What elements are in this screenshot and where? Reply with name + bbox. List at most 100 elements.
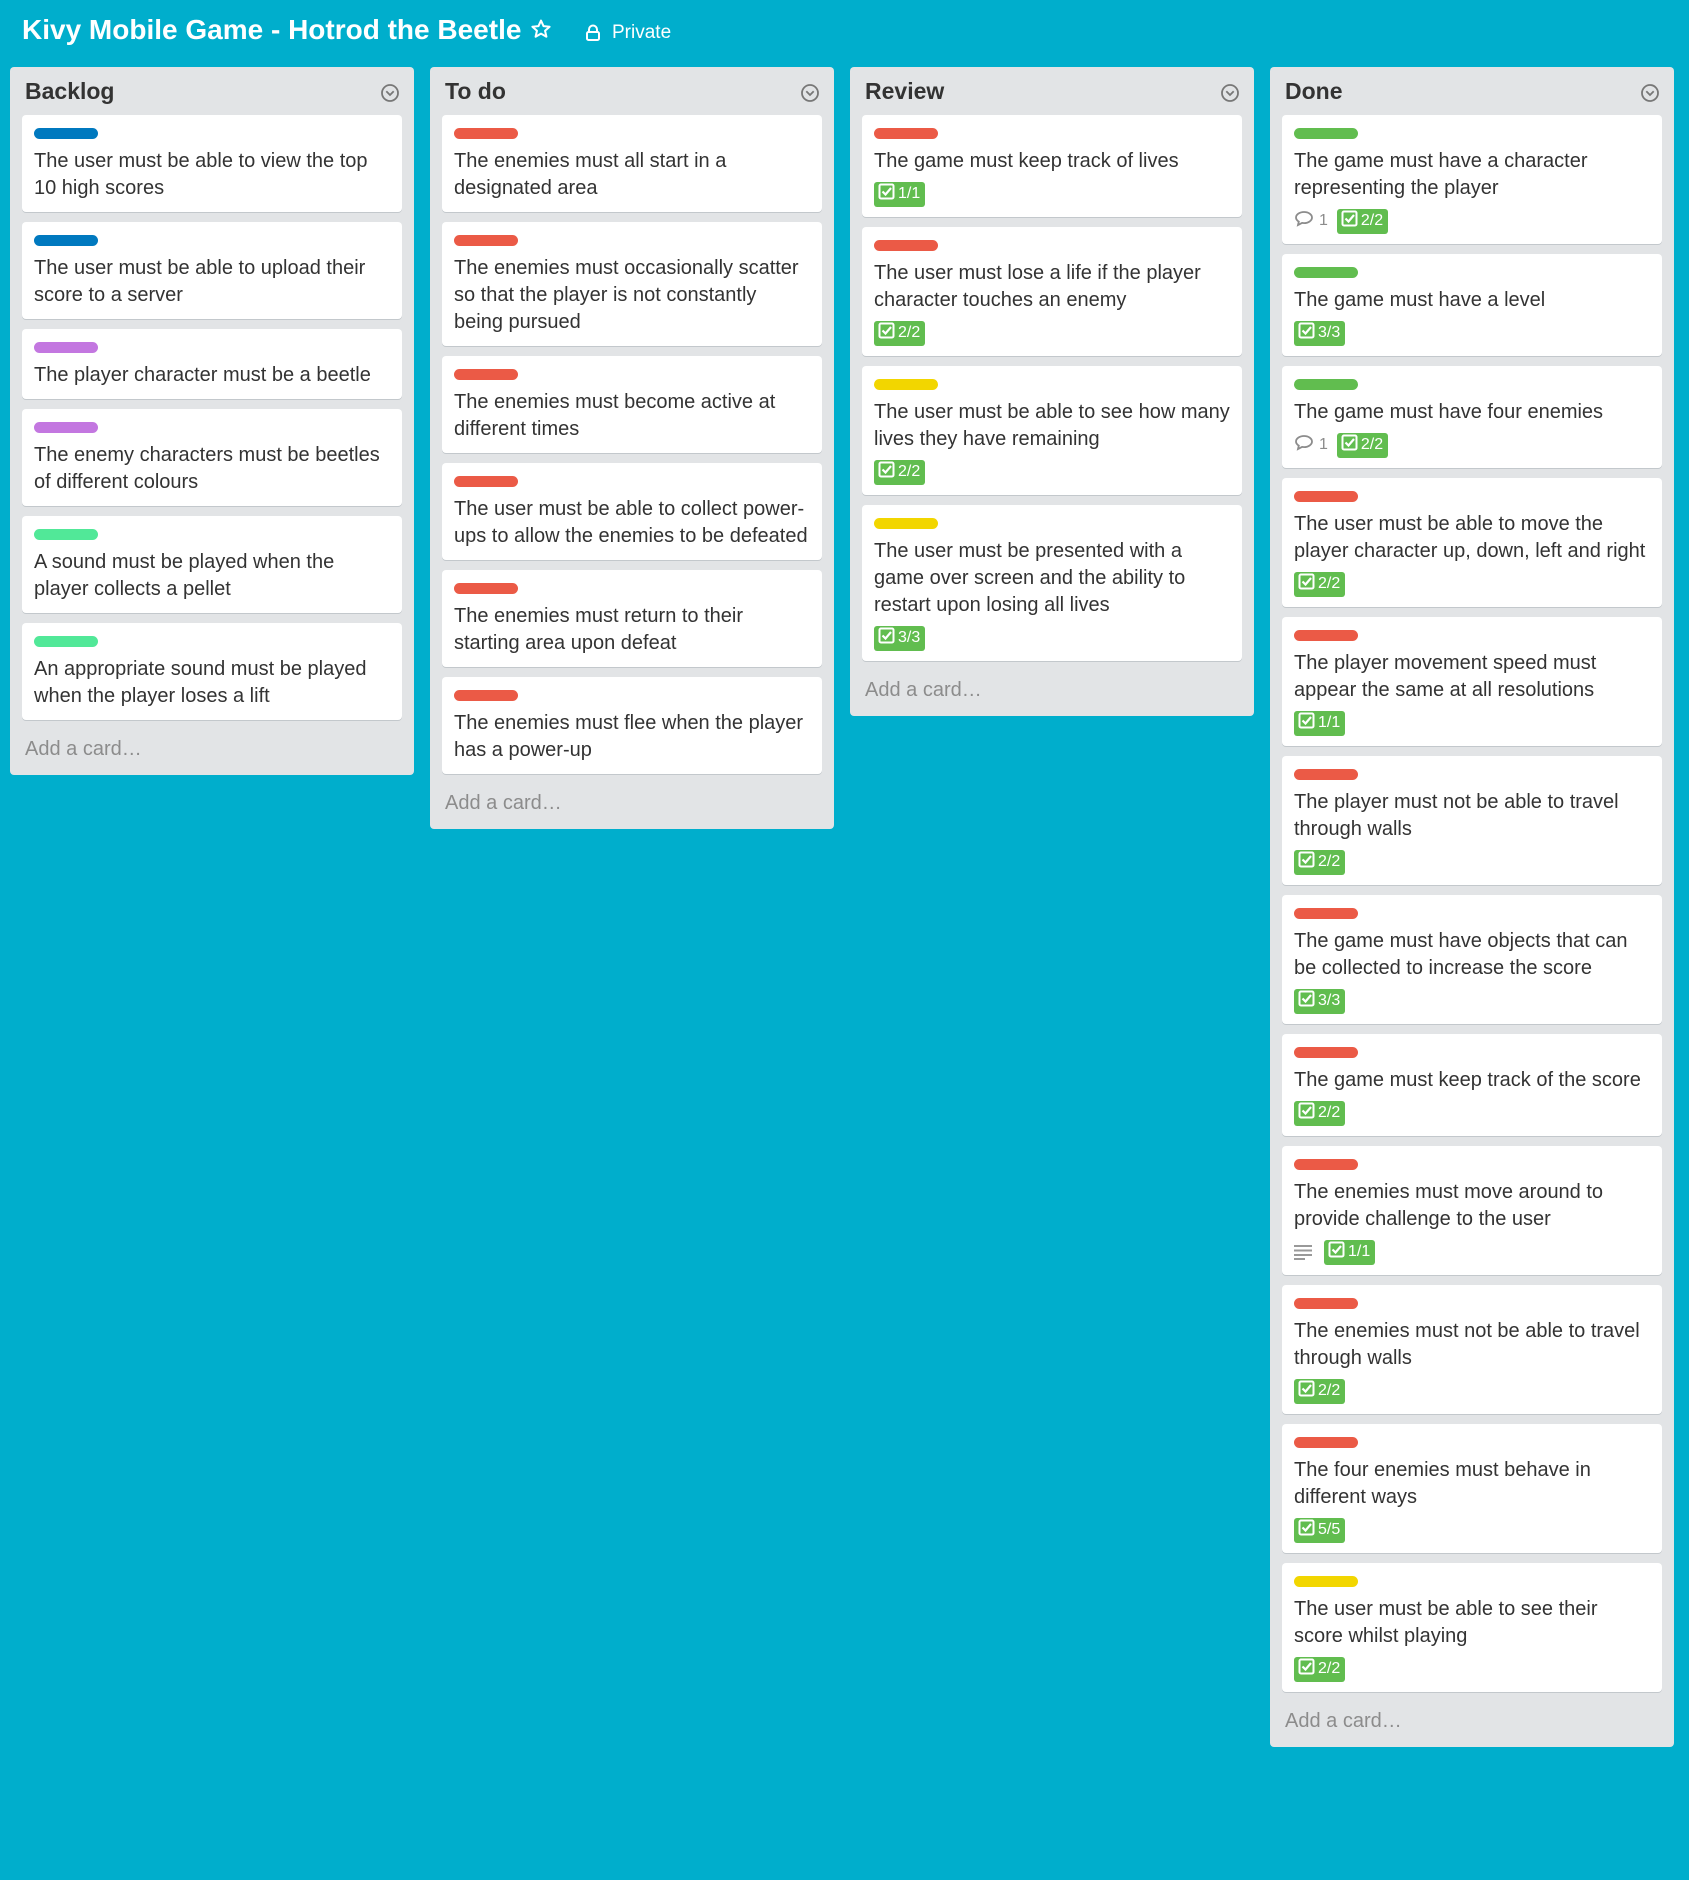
card-title: The enemies must return to their startin… (454, 605, 744, 654)
card-label[interactable] (1294, 379, 1358, 390)
card-label[interactable] (874, 518, 938, 529)
checklist-icon (1341, 434, 1361, 456)
card-title: The game must have a character represent… (1294, 150, 1588, 199)
card[interactable]: The four enemies must behave in differen… (1282, 1424, 1662, 1553)
card[interactable]: The user must be able to collect power-u… (442, 463, 822, 560)
checklist-icon (878, 461, 898, 483)
card-label[interactable] (454, 583, 518, 594)
checklist-icon (1341, 210, 1361, 232)
comment-count: 1 (1319, 212, 1328, 229)
card[interactable]: The game must have four enemies 1 2/2 (1282, 366, 1662, 468)
card[interactable]: The user must be presented with a game o… (862, 505, 1242, 661)
card[interactable]: The enemies must not be able to travel t… (1282, 1285, 1662, 1414)
visibility-button[interactable]: Private (584, 18, 671, 48)
card-label[interactable] (1294, 1298, 1358, 1309)
card-label[interactable] (874, 240, 938, 251)
checklist-icon (1298, 1658, 1318, 1680)
checklist-badge: 2/2 (1294, 1100, 1346, 1126)
card-badges: 1/1 (874, 181, 1230, 207)
card-title: The enemy characters must be beetles of … (34, 444, 380, 493)
card[interactable]: An appropriate sound must be played when… (22, 623, 402, 720)
card-label[interactable] (874, 379, 938, 390)
card-list: The user must be able to view the top 10… (10, 115, 414, 720)
add-card-button[interactable]: Add a card… (1270, 1702, 1674, 1747)
card-label[interactable] (1294, 1047, 1358, 1058)
card[interactable]: The player character must be a beetle (22, 329, 402, 399)
card-badges: 5/5 (1294, 1517, 1650, 1543)
board-title[interactable]: Kivy Mobile Game - Hotrod the Beetle (22, 14, 521, 46)
list-header: Review (850, 67, 1254, 115)
list-menu-icon[interactable] (800, 83, 820, 103)
comment-badge: 1 (1294, 210, 1328, 232)
card-label[interactable] (1294, 128, 1358, 139)
card[interactable]: The game must have a character represent… (1282, 115, 1662, 244)
card[interactable]: The enemies must become active at differ… (442, 356, 822, 453)
card-list: The game must keep track of lives 1/1 The … (850, 115, 1254, 661)
card-label[interactable] (454, 128, 518, 139)
list-menu-icon[interactable] (1220, 83, 1240, 103)
card-label[interactable] (34, 636, 98, 647)
card-label[interactable] (1294, 1159, 1358, 1170)
card-label[interactable] (1294, 491, 1358, 502)
card-label[interactable] (1294, 1437, 1358, 1448)
lock-icon (586, 24, 600, 41)
list-title[interactable]: Backlog (25, 78, 114, 105)
checklist-count: 1/1 (1318, 714, 1341, 731)
card-label[interactable] (1294, 908, 1358, 919)
card[interactable]: The enemy characters must be beetles of … (22, 409, 402, 506)
star-icon[interactable] (530, 18, 560, 48)
card[interactable]: The enemies must return to their startin… (442, 570, 822, 667)
card-label[interactable] (34, 235, 98, 246)
card[interactable]: The game must have a level 3/3 (1282, 254, 1662, 356)
card-label[interactable] (34, 529, 98, 540)
list-title[interactable]: Done (1285, 78, 1343, 105)
add-card-button[interactable]: Add a card… (850, 671, 1254, 716)
card-badges: 2/2 (874, 320, 1230, 346)
card[interactable]: The enemies must all start in a designat… (442, 115, 822, 212)
card-title: The user must be able to collect power-u… (454, 498, 808, 547)
list-header: Done (1270, 67, 1674, 115)
card[interactable]: The user must be able to view the top 10… (22, 115, 402, 212)
card[interactable]: The enemies must occasionally scatter so… (442, 222, 822, 346)
card[interactable]: The user must be able to see how many li… (862, 366, 1242, 495)
list-title[interactable]: Review (865, 78, 944, 105)
card-label[interactable] (34, 422, 98, 433)
card-label[interactable] (34, 342, 98, 353)
card[interactable]: The user must be able to upload their sc… (22, 222, 402, 319)
card[interactable]: The user must be able to see their score… (1282, 1563, 1662, 1692)
card[interactable]: The enemies must flee when the player ha… (442, 677, 822, 774)
card-list: The enemies must all start in a designat… (430, 115, 834, 774)
add-card-button[interactable]: Add a card… (10, 730, 414, 775)
card[interactable]: The game must have objects that can be c… (1282, 895, 1662, 1024)
list-title[interactable]: To do (445, 78, 506, 105)
card[interactable]: The player must not be able to travel th… (1282, 756, 1662, 885)
checklist-count: 1/1 (1348, 1243, 1371, 1260)
card[interactable]: The user must be able to move the player… (1282, 478, 1662, 607)
card-label[interactable] (874, 128, 938, 139)
card-label[interactable] (454, 690, 518, 701)
card-label[interactable] (1294, 1576, 1358, 1587)
list-menu-icon[interactable] (380, 83, 400, 103)
list-menu-icon[interactable] (1640, 83, 1660, 103)
card-title: The enemies must occasionally scatter so… (454, 257, 799, 333)
card[interactable]: The player movement speed must appear th… (1282, 617, 1662, 746)
list-backlog: Backlog The user must be able to view the… (10, 67, 414, 775)
card-label[interactable] (454, 235, 518, 246)
list-review: Review The game must keep track of lives 1… (850, 67, 1254, 716)
card-label[interactable] (1294, 769, 1358, 780)
checklist-count: 2/2 (1318, 1104, 1341, 1121)
card-label[interactable] (454, 369, 518, 380)
card[interactable]: The enemies must move around to provide … (1282, 1146, 1662, 1275)
card-title: The user must be able to upload their sc… (34, 257, 366, 306)
card-label[interactable] (1294, 630, 1358, 641)
card-label[interactable] (34, 128, 98, 139)
add-card-button[interactable]: Add a card… (430, 784, 834, 829)
checklist-badge: 3/3 (1294, 988, 1346, 1014)
card-label[interactable] (454, 476, 518, 487)
card[interactable]: The game must keep track of the score 2/2 (1282, 1034, 1662, 1136)
card-label[interactable] (1294, 267, 1358, 278)
card[interactable]: The game must keep track of lives 1/1 (862, 115, 1242, 217)
card[interactable]: The user must lose a life if the player … (862, 227, 1242, 356)
checklist-icon (1298, 322, 1318, 344)
card[interactable]: A sound must be played when the player c… (22, 516, 402, 613)
